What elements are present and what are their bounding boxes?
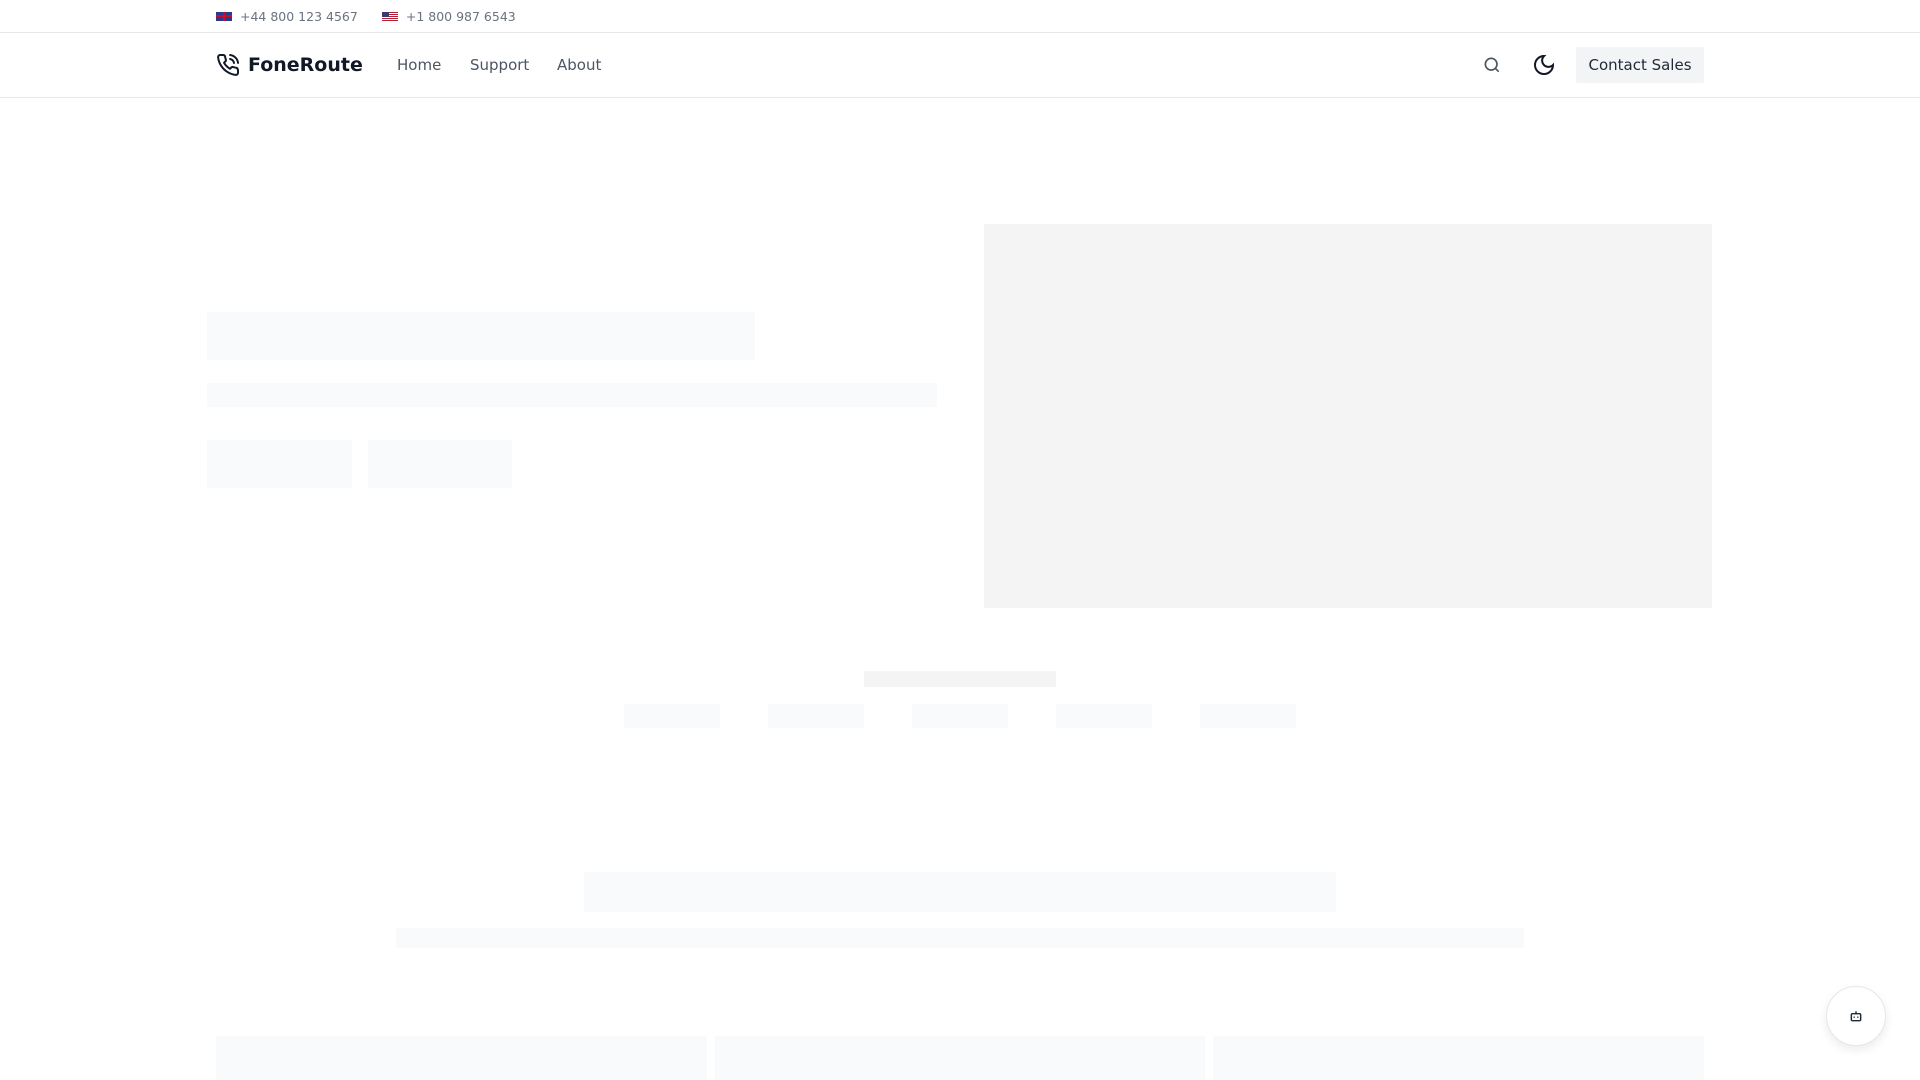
skeleton-card [216, 1036, 707, 1080]
skeleton-section-text [396, 928, 1524, 948]
skeleton-button [207, 440, 352, 488]
skeleton-logo [912, 704, 1008, 728]
skeleton-section-title [584, 872, 1336, 912]
top-contact-bar: +44 800 123 4567 +1 800 987 6543 [0, 0, 1920, 33]
moon-icon [1534, 54, 1555, 75]
phone-uk[interactable]: +44 800 123 4567 [216, 9, 358, 24]
phone-us[interactable]: +1 800 987 6543 [381, 8, 516, 24]
nav-link-home[interactable]: Home [397, 56, 441, 74]
phone-icon [217, 53, 240, 76]
nav-link-support[interactable]: Support [470, 56, 529, 74]
chat-bot-button[interactable] [1826, 986, 1886, 1046]
theme-toggle-button[interactable] [1530, 51, 1558, 79]
skeleton-card [715, 1036, 1205, 1080]
uk-flag-icon [216, 11, 232, 21]
skeleton-logo [1200, 704, 1296, 728]
us-flag-icon [381, 11, 398, 21]
brand-logo[interactable]: FoneRoute [216, 53, 363, 77]
search-button[interactable] [1480, 53, 1504, 77]
main-nav: FoneRoute Home Support About Contact Sal… [0, 33, 1920, 98]
phone-number: +44 800 123 4567 [240, 8, 358, 24]
skeleton-label [864, 671, 1056, 687]
skeleton-logo [768, 704, 864, 728]
bot-icon [1850, 1011, 1862, 1022]
phone-number: +1 800 987 6543 [405, 8, 516, 24]
search-icon [1484, 57, 1500, 73]
skeleton-logo [624, 704, 720, 728]
skeleton-card [1213, 1036, 1704, 1080]
skeleton-hero-title [207, 312, 755, 360]
skeleton-hero-text [207, 383, 937, 407]
skeleton-button [368, 440, 512, 488]
contact-sales-button[interactable]: Contact Sales [1576, 47, 1704, 83]
skeleton-hero-image [984, 224, 1712, 608]
nav-link-about[interactable]: About [557, 56, 601, 74]
skeleton-logo [1056, 704, 1152, 728]
brand-name: FoneRoute [248, 54, 363, 76]
